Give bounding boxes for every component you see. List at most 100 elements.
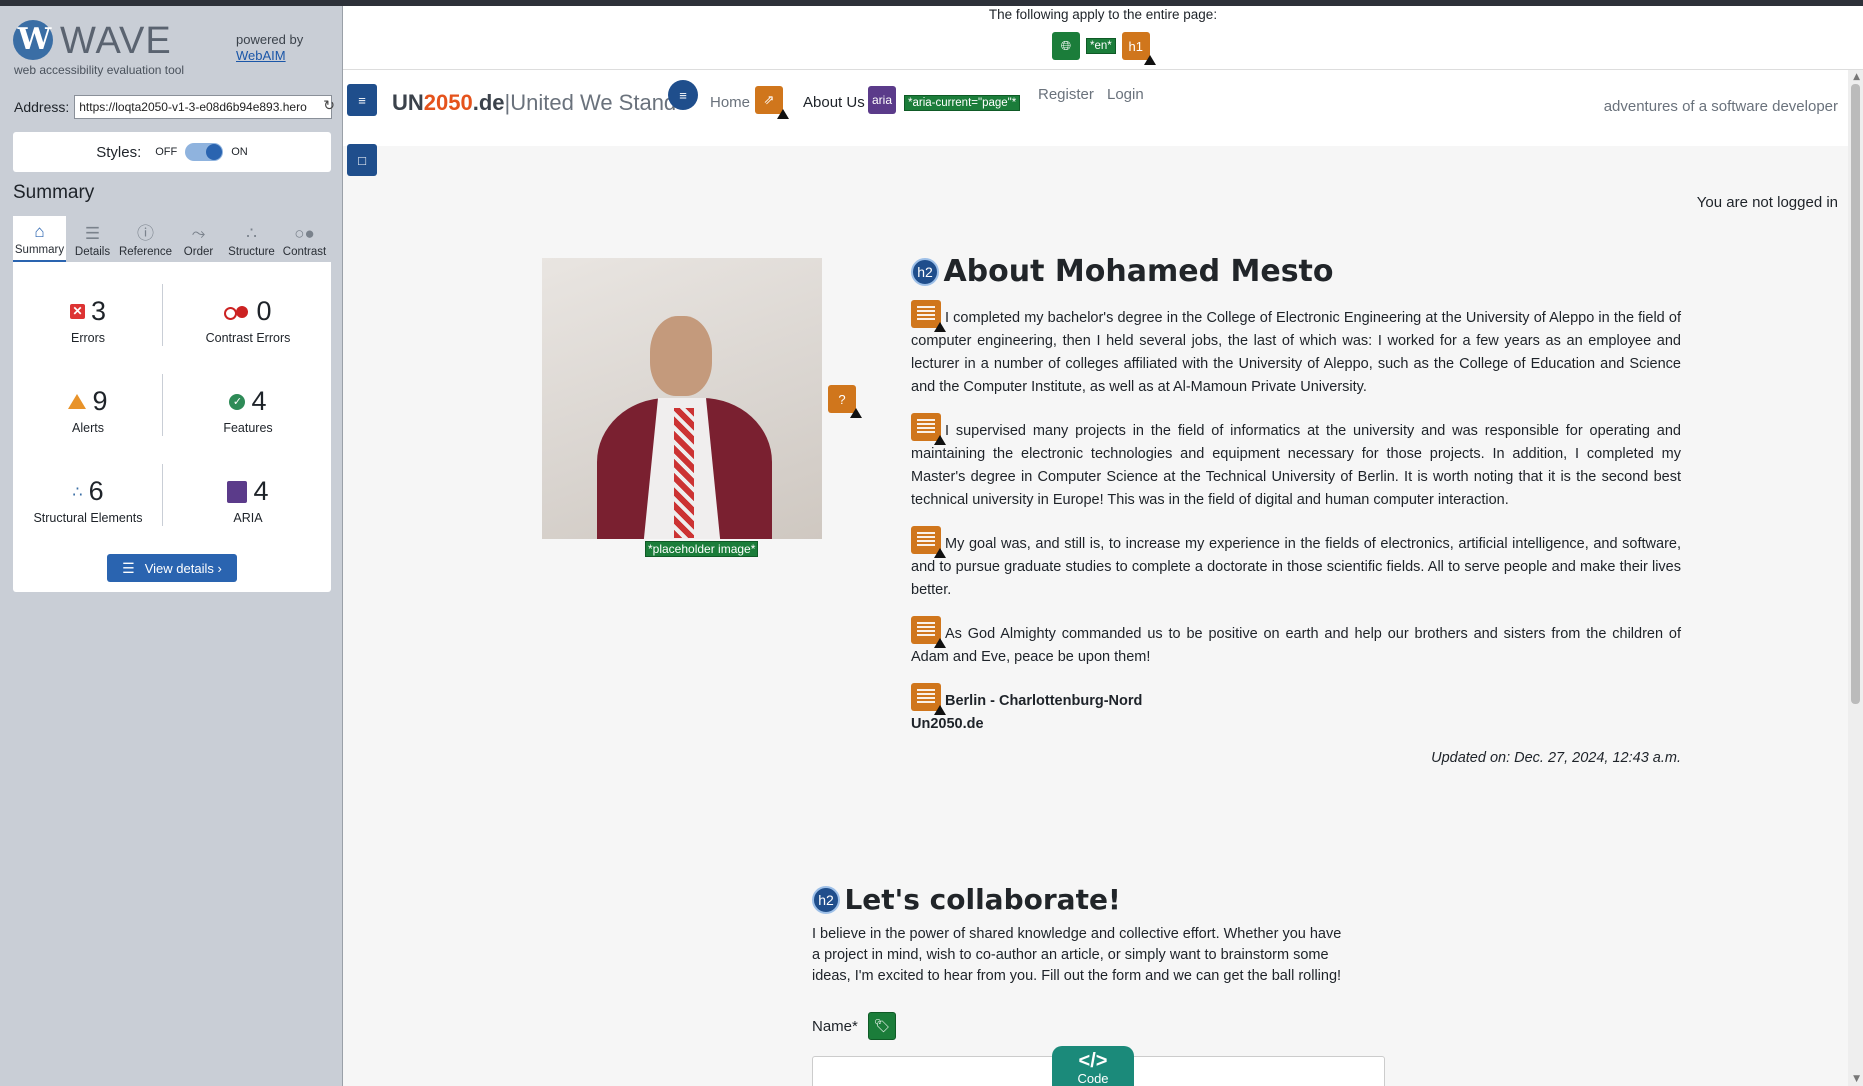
tab-order[interactable]: ⤳ Order [172,216,225,262]
tab-summary[interactable]: ⌂ Summary [13,216,66,262]
view-details-button[interactable]: ☰ View details › [107,554,237,582]
stat-structural[interactable]: ∴ 6 Structural Elements [13,476,163,525]
scroll-up-arrow-icon[interactable]: ▲ [1853,72,1860,82]
stat-errors[interactable]: ✕ 3 Errors [13,296,163,345]
stat-value: 0 [256,296,272,326]
nav-about[interactable]: About Us [803,94,865,111]
aria-icon[interactable]: aria [868,86,896,114]
stat-contrast-errors[interactable]: 0 Contrast Errors [173,296,323,345]
code-button[interactable]: </> Code [1052,1046,1134,1086]
justified-text-alert-icon[interactable] [911,526,946,558]
structure-icon: ∴ [246,224,257,243]
brand-rest: |United We Stand [504,90,677,115]
warning-icon [1143,55,1156,65]
justified-text-alert-icon[interactable] [911,413,946,445]
tab-label: Reference [118,246,173,258]
panel-tabs: ⌂ Summary ☰ Details ⓘ Reference ⤳ Order ∴ Str… [13,216,331,262]
wave-sidebar: W WAVE web accessibility evaluation tool… [0,6,343,1086]
redundant-link-icon[interactable]: ⇗ [755,86,789,119]
wave-logo-icon: W [13,20,53,60]
justified-text-alert-icon[interactable] [911,300,946,332]
header-landmark-icon[interactable]: ≡ [347,84,377,116]
reload-icon[interactable]: ↻ [323,98,335,114]
order-icon: ⤳ [191,224,206,243]
name-label: Name* [812,1017,858,1035]
justified-text-alert-icon[interactable] [911,683,946,715]
h2-icon[interactable]: h2 [812,885,840,914]
nav-list-icon[interactable]: ≡ [668,80,698,110]
photo-head [650,316,712,396]
about-paragraph: I completed my bachelor's degree in the … [911,300,1681,399]
stat-alerts[interactable]: 9 Alerts [13,386,163,435]
placeholder-image-tag: *placeholder image* [645,541,759,557]
tab-structure[interactable]: ∴ Structure [225,216,278,262]
nav-register[interactable]: Register [1038,86,1094,103]
warning-icon [934,322,946,332]
powered-by: powered by WebAIM [236,32,303,64]
brand-accent: 2050 [423,90,473,115]
stat-label: Structural Elements [33,511,143,525]
stat-label: Features [223,421,273,435]
tab-details[interactable]: ☰ Details [66,216,119,262]
updated-date: Updated on: Dec. 27, 2024, 12:43 a.m. [1431,750,1681,766]
address-input[interactable]: https://loqta2050-v1-3-e08d6b94e893.hero [74,95,332,119]
aria-cube-icon [227,480,248,503]
apply-icons: 🌐︎ *en* h1 [1052,32,1156,65]
stat-value: 4 [251,386,267,416]
h2-icon[interactable]: h2 [911,257,939,286]
summary-panel: ✕ 3 Errors 0 Contrast Errors 9 Alerts ✓ 4 … [13,262,331,592]
stat-value: 3 [90,296,107,326]
name-label-row: Name* 🏷︎ [812,1012,1352,1040]
warning-icon [850,408,862,418]
scrollbar-thumb[interactable] [1851,84,1860,704]
stat-value: 4 [253,476,269,506]
page-wide-annotations: The following apply to the entire page: … [343,6,1863,70]
question-alert-icon[interactable]: ? [828,385,862,418]
photo-tie [674,408,694,538]
tab-label: Contrast [282,246,327,258]
summary-title: Summary [13,182,95,203]
about-paragraph: My goal was, and still is, to increase m… [911,526,1681,602]
stat-features[interactable]: ✓ 4 Features [173,386,323,435]
styles-label: Styles: [96,143,142,161]
styles-toggle[interactable] [185,143,224,161]
collab-title: Let's collaborate! [844,883,1121,916]
h1-alert-icon[interactable]: h1 [1121,32,1156,65]
list-icon: ☰ [122,559,135,576]
nav-login[interactable]: Login [1107,86,1144,103]
justified-text-alert-icon[interactable] [911,616,946,648]
warning-icon [934,638,946,648]
h1-badge: h1 [1128,38,1143,54]
structure-icon: ∴ [72,483,83,501]
feature-check-icon: ✓ [229,393,246,410]
stat-label: ARIA [233,511,263,525]
info-icon: ⓘ [137,224,154,243]
about-paragraph: As God Almighty commanded us to be posit… [911,616,1681,669]
tab-reference[interactable]: ⓘ Reference [119,216,172,262]
language-tag: *en* [1086,38,1116,54]
scroll-down-arrow-icon[interactable]: ▼ [1853,1074,1860,1084]
label-tag-icon[interactable]: 🏷︎ [867,1012,896,1040]
main-landmark-icon[interactable]: □ [347,144,377,176]
site-brand[interactable]: UN2050.de|United We Stand [392,90,676,116]
stat-label: Contrast Errors [205,331,291,345]
tab-label: Summary [14,244,65,256]
webaim-link[interactable]: WebAIM [236,48,286,63]
tab-contrast[interactable]: ○● Contrast [278,216,331,262]
stat-label: Errors [70,331,106,345]
stat-aria[interactable]: 4 ARIA [173,476,323,525]
home-icon: ⌂ [34,222,45,241]
code-label: Code [1077,1071,1109,1086]
warning-icon [934,548,946,558]
collab-section: h2 Let's collaborate! I believe in the p… [812,883,1352,1040]
aria-current-tag: *aria-current="page"* [904,95,1021,111]
language-globe-icon[interactable]: 🌐︎ [1052,32,1080,60]
collab-heading: h2 Let's collaborate! [812,883,1352,916]
alert-icon [68,394,87,409]
nav-home[interactable]: Home [710,94,750,111]
styles-off-label: OFF [155,146,178,158]
about-title: About Mohamed Mesto [943,254,1334,289]
address-row: Address: https://loqta2050-v1-3-e08d6b94… [14,94,332,120]
stat-value: 6 [88,476,104,506]
site-header: ≡ UN2050.de|United We Stand ≡ Home ⇗ Abo… [343,70,1848,146]
